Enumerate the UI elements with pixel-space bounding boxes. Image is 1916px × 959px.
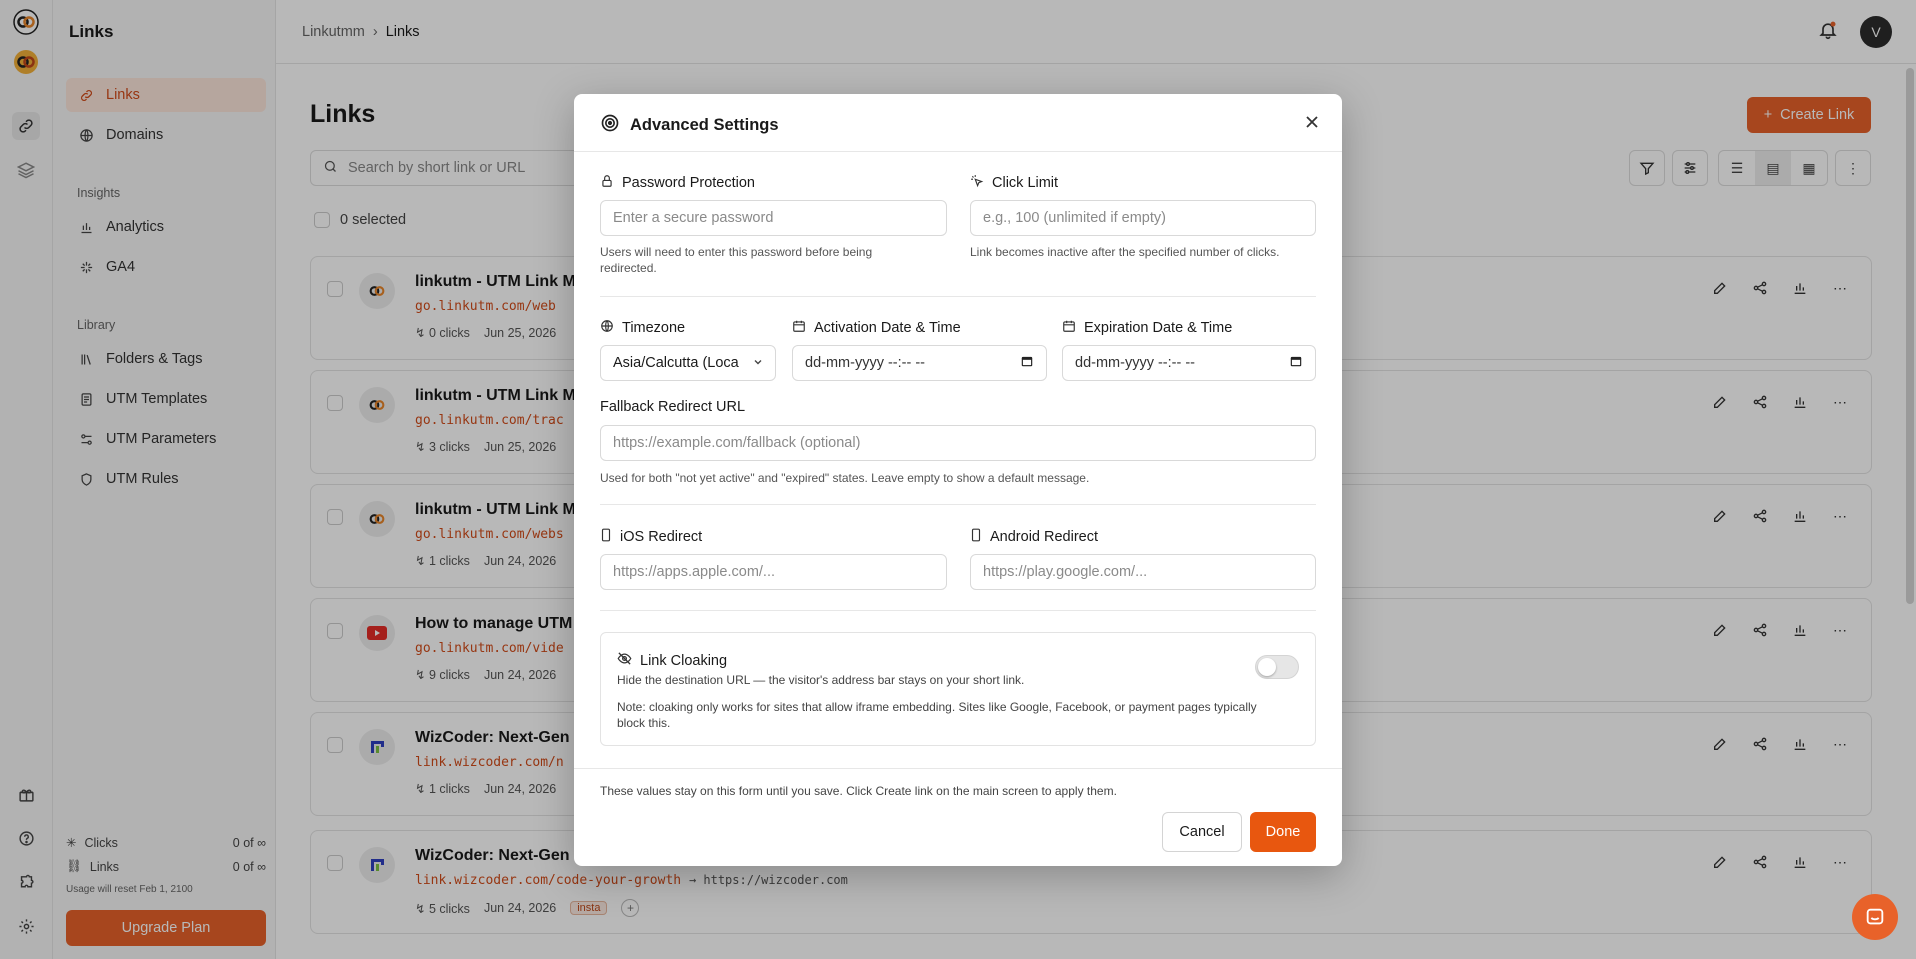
password-label: Password Protection xyxy=(600,174,755,192)
scrollbar[interactable] xyxy=(1906,68,1914,604)
phone-icon xyxy=(600,528,612,546)
chat-launcher-icon[interactable] xyxy=(1852,894,1898,940)
android-redirect-field[interactable] xyxy=(970,554,1316,590)
click-limit-field[interactable] xyxy=(970,200,1316,236)
click-limit-hint: Link becomes inactive after the specifie… xyxy=(970,245,1280,259)
divider xyxy=(600,296,1316,297)
cloaking-toggle[interactable] xyxy=(1255,655,1299,679)
calendar-icon[interactable] xyxy=(1289,354,1303,372)
lock-icon xyxy=(600,174,614,192)
fallback-hint: Used for both "not yet active" and "expi… xyxy=(600,471,1090,485)
globe-icon xyxy=(600,319,614,337)
divider xyxy=(574,768,1342,769)
dialog-header: Advanced Settings xyxy=(574,94,1342,152)
cursor-click-icon xyxy=(970,174,984,192)
expiration-label: Expiration Date & Time xyxy=(1062,319,1232,337)
timezone-label: Timezone xyxy=(600,319,685,337)
chevron-down-icon xyxy=(753,355,763,371)
click-limit-label: Click Limit xyxy=(970,174,1058,192)
cancel-button[interactable]: Cancel xyxy=(1162,812,1242,852)
android-label: Android Redirect xyxy=(970,528,1098,546)
password-field[interactable] xyxy=(600,200,947,236)
eye-off-icon xyxy=(617,651,632,670)
divider xyxy=(600,610,1316,611)
done-button[interactable]: Done xyxy=(1250,812,1316,852)
target-icon xyxy=(600,113,620,138)
calendar-icon xyxy=(792,319,806,337)
activation-label: Activation Date & Time xyxy=(792,319,961,337)
fallback-url-field[interactable] xyxy=(600,425,1316,461)
cloaking-description: Hide the destination URL — the visitor's… xyxy=(617,673,1025,687)
footer-note: These values stay on this form until you… xyxy=(600,784,1117,798)
fallback-label: Fallback Redirect URL xyxy=(600,399,746,415)
password-hint: Users will need to enter this password b… xyxy=(600,245,873,275)
cloaking-label: Link Cloaking xyxy=(617,651,727,670)
ios-label: iOS Redirect xyxy=(600,528,702,546)
ios-redirect-field[interactable] xyxy=(600,554,947,590)
activation-datetime-field[interactable]: dd-mm-yyyy --:-- -- xyxy=(792,345,1047,381)
cloaking-note: Note: cloaking only works for sites that… xyxy=(617,700,1257,730)
divider xyxy=(600,504,1316,505)
advanced-settings-dialog: Advanced Settings Password Protection Us… xyxy=(574,94,1342,866)
calendar-icon xyxy=(1062,319,1076,337)
expiration-datetime-field[interactable]: dd-mm-yyyy --:-- -- xyxy=(1062,345,1316,381)
timezone-select[interactable]: Asia/Calcutta (Loca xyxy=(600,345,776,381)
close-icon[interactable] xyxy=(1302,112,1322,132)
link-cloaking-panel: Link Cloaking Hide the destination URL —… xyxy=(600,632,1316,746)
dialog-title: Advanced Settings xyxy=(630,116,779,134)
calendar-icon[interactable] xyxy=(1020,354,1034,372)
phone-icon xyxy=(970,528,982,546)
